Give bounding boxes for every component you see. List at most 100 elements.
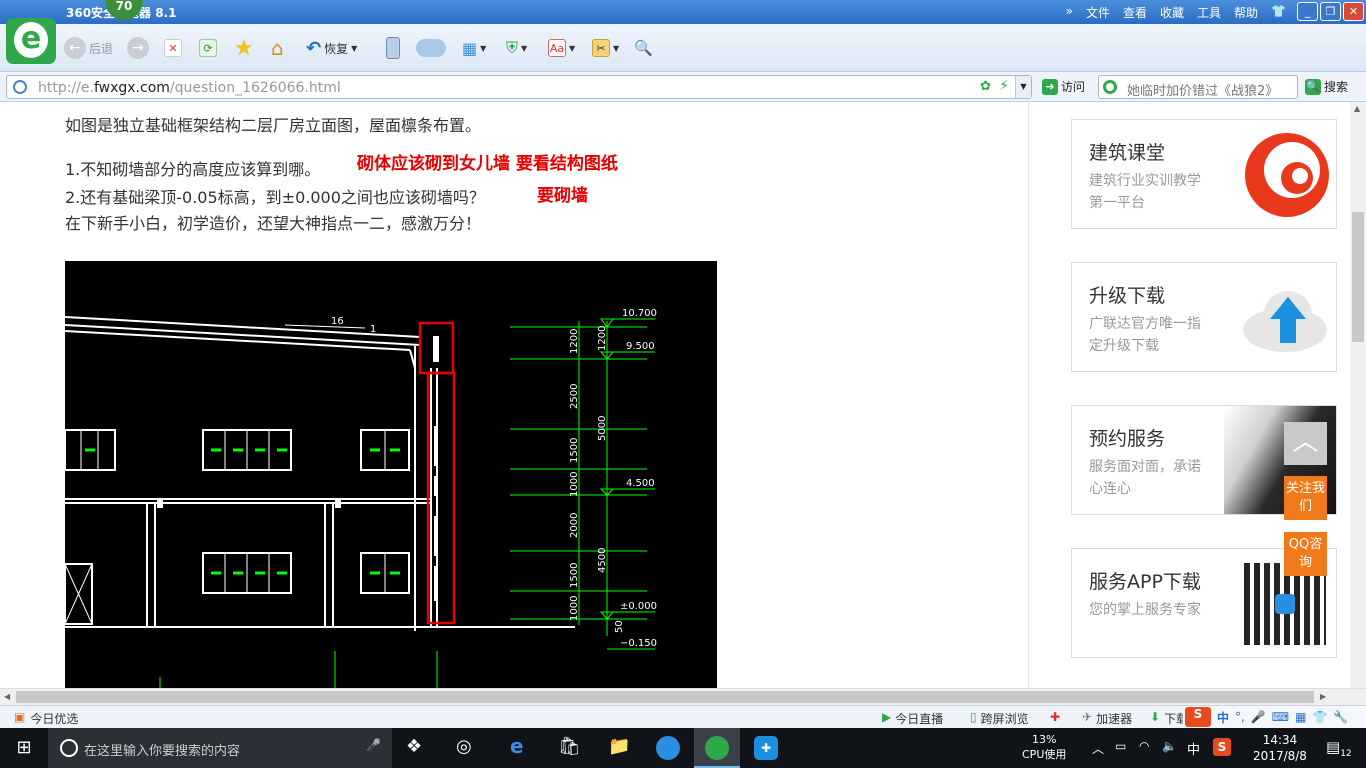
svg-text:−0.150: −0.150: [620, 638, 657, 649]
apps-button[interactable]: ▦ ▼: [462, 36, 486, 60]
notification-center-icon[interactable]: ▤12: [1326, 738, 1352, 759]
microphone-icon[interactable]: 🎤: [366, 738, 381, 752]
shirt-icon[interactable]: 👕: [1271, 4, 1286, 21]
svg-text:50: 50: [614, 620, 625, 633]
wifi-icon[interactable]: ◠: [1139, 739, 1149, 753]
menu-bar: » 文件 查看 收藏 工具 帮助 👕: [1066, 4, 1286, 21]
menu-view[interactable]: 查看: [1123, 4, 1147, 21]
glodon-app-icon[interactable]: [656, 736, 680, 760]
remote-app-icon[interactable]: ✚: [754, 736, 778, 760]
svg-text:±0.000: ±0.000: [620, 601, 657, 612]
magnifier-icon: 🔍: [634, 39, 653, 57]
url-field[interactable]: http://e.fwxgx.com/question_1626066.html…: [6, 75, 1032, 99]
back-to-top-button[interactable]: ︿: [1284, 422, 1327, 465]
phone-button[interactable]: [386, 36, 400, 60]
svg-text:2000: 2000: [569, 513, 580, 538]
svg-text:5000: 5000: [597, 416, 608, 441]
vertical-scroll-thumb[interactable]: [1352, 212, 1364, 342]
scroll-right-icon[interactable]: ▶: [1320, 692, 1326, 701]
cortana-circle-icon: [60, 739, 78, 757]
search-input[interactable]: 她临时加价错过《战狼2》: [1098, 75, 1298, 99]
keyboard-icon: ⌨: [1271, 710, 1290, 724]
360-guard-icon[interactable]: ◎: [456, 736, 472, 757]
menu-favorites[interactable]: 收藏: [1160, 4, 1184, 21]
accelerator-button[interactable]: ✈ 加速器: [1082, 710, 1132, 727]
menu-tools[interactable]: 工具: [1197, 4, 1221, 21]
microphone-icon: 🎤: [1250, 710, 1266, 724]
today-picks-button[interactable]: ▣ 今日优选: [14, 710, 78, 727]
start-button[interactable]: ⊞: [0, 728, 48, 768]
svg-text:2500: 2500: [569, 384, 580, 409]
search-button[interactable]: 🔍 搜索: [1305, 78, 1348, 95]
cpu-monitor[interactable]: 13% CPU使用: [1022, 732, 1066, 762]
cloud-button[interactable]: [416, 36, 446, 60]
horizontal-scrollbar[interactable]: ◀ ▶: [0, 688, 1366, 705]
ime-toolbar[interactable]: S 中 °, 🎤 ⌨ ▦ 👕 🔧: [1183, 706, 1366, 728]
question-item-1: 1.不知砌墙部分的高度应该算到哪。: [65, 160, 321, 179]
menu-file[interactable]: 文件: [1086, 4, 1110, 21]
svg-text:4500: 4500: [597, 548, 608, 573]
zoom-button[interactable]: 🔍: [634, 36, 653, 60]
answer-annotation-1: 砌体应该砌到女儿墙 要看结构图纸: [357, 154, 618, 174]
svg-text:4.500: 4.500: [626, 478, 655, 489]
svg-text:9.500: 9.500: [626, 341, 655, 352]
home-icon: ⌂: [271, 36, 284, 60]
svg-text:1500: 1500: [569, 438, 580, 463]
taskbar-search-box[interactable]: 在这里输入你要搜索的内容 🎤: [48, 728, 392, 768]
forward-button[interactable]: →: [127, 36, 149, 60]
menu-more-icon[interactable]: »: [1066, 4, 1073, 21]
page-security-icon: [13, 80, 27, 94]
ime-indicator[interactable]: 中: [1187, 739, 1200, 758]
screenshot-icon: ✂: [592, 39, 610, 57]
today-live-button[interactable]: ▶ 今日直播: [882, 710, 943, 727]
home-button[interactable]: ⌂: [271, 36, 284, 60]
svg-text:1000: 1000: [569, 472, 580, 497]
follow-us-button[interactable]: 关注我们: [1284, 476, 1327, 520]
back-button[interactable]: ← 后退: [64, 36, 113, 60]
scroll-up-icon[interactable]: ▲: [1354, 104, 1360, 113]
edge-icon[interactable]: e: [510, 734, 524, 758]
minimize-button[interactable]: _: [1297, 2, 1318, 21]
vertical-scrollbar[interactable]: ▲: [1350, 102, 1366, 688]
battery-icon[interactable]: ▭: [1115, 739, 1126, 753]
clock[interactable]: 14:34 2017/8/8: [1240, 732, 1320, 764]
sogou-ime-icon: S: [1185, 707, 1211, 727]
sidebar-card-classroom[interactable]: 建筑课堂 建筑行业实训教学第一平台: [1071, 119, 1337, 229]
sogou-tray-icon[interactable]: S: [1213, 738, 1231, 756]
browser-logo-icon: e: [14, 22, 48, 58]
volume-icon[interactable]: 🔈: [1162, 739, 1177, 753]
tray-expand-icon[interactable]: ︿: [1092, 740, 1104, 757]
screenshot-button[interactable]: ✂ ▼: [592, 36, 619, 60]
favorite-button[interactable]: ★: [234, 36, 254, 61]
cross-screen-button[interactable]: ▯ 跨屏浏览: [970, 710, 1029, 727]
svg-text:16: 16: [331, 316, 344, 327]
scroll-left-icon[interactable]: ◀: [4, 692, 10, 701]
translate-button[interactable]: Aa ▼: [548, 36, 575, 60]
store-icon[interactable]: 🛍: [558, 736, 581, 757]
stop-icon: ✕: [164, 39, 182, 57]
refresh-button[interactable]: ⟳: [199, 36, 217, 60]
title-bar: 360安全浏览器 8.1 70 » 文件 查看 收藏 工具 帮助 👕 _ ❐ ✕: [0, 0, 1366, 24]
url-dropdown-icon[interactable]: ▼: [1015, 76, 1031, 98]
browser-logo[interactable]: e: [6, 18, 56, 64]
windows-taskbar: ⊞ 在这里输入你要搜索的内容 🎤 ❖ ◎ e 🛍 📁 ✚ 13% CPU使用 ︿…: [0, 728, 1366, 768]
maximize-button[interactable]: ❐: [1320, 2, 1341, 21]
shield-button[interactable]: ⛨ ▼: [506, 36, 527, 60]
task-view-icon[interactable]: ❖: [406, 736, 422, 757]
search-text: 她临时加价错过《战狼2》: [1127, 84, 1279, 99]
visit-button[interactable]: ➜ 访问: [1042, 78, 1085, 95]
lightning-icon[interactable]: ⚡: [999, 78, 1009, 94]
360-browser-task-icon[interactable]: [694, 728, 740, 768]
restore-button[interactable]: ↶ 恢复 ▼: [306, 36, 357, 60]
column-divider: [1028, 102, 1029, 688]
cad-elevation-drawing: 10.700 9.500 4.500 ±0.000 −0.150 16 1 12…: [65, 261, 717, 688]
stop-button[interactable]: ✕: [164, 36, 182, 60]
menu-help[interactable]: 帮助: [1234, 4, 1258, 21]
chevron-down-icon: ▼: [351, 43, 358, 53]
close-button[interactable]: ✕: [1343, 2, 1364, 21]
file-explorer-icon[interactable]: 📁: [608, 736, 630, 757]
sidebar-card-upgrade[interactable]: 升级下载 广联达官方唯一指定升级下载: [1071, 262, 1337, 372]
qq-consult-button[interactable]: QQ咨询: [1284, 532, 1327, 576]
first-aid-icon[interactable]: ✚: [1050, 710, 1060, 724]
horizontal-scroll-thumb[interactable]: [16, 691, 1314, 703]
